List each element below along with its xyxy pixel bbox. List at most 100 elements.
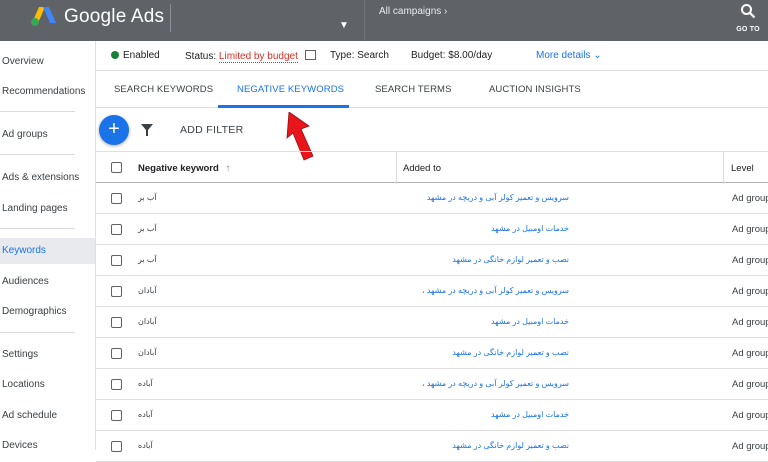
added-to-link[interactable]: خدمات اومبیل در مشهد (429, 317, 569, 326)
enabled-dot-icon (111, 51, 119, 59)
row-checkbox[interactable] (111, 193, 122, 204)
added-to-link[interactable]: سرویس و تعمیر کولر آبی و دریچه در مشهد ، (422, 286, 569, 295)
added-to-link[interactable]: سرویس و تعمیر کولر آبی و دریچه در مشهد (427, 193, 569, 202)
table-row[interactable]: آبادان خدمات اومبیل در مشهد Ad group (96, 307, 768, 338)
row-checkbox[interactable] (111, 286, 122, 297)
limited-by-budget-link[interactable]: Limited by budget (218, 51, 298, 63)
table-row[interactable]: آباده سرویس و تعمیر کولر آبی و دریچه در م… (96, 369, 768, 400)
sort-arrow-up-icon[interactable]: ↑ (225, 163, 230, 174)
side-navigation: Overview Recommendations Ad groups Ads &… (0, 41, 96, 451)
sidebar-item-ad-schedule[interactable]: Ad schedule (0, 403, 95, 429)
negative-keyword-cell: آباده (138, 441, 153, 450)
goto-label: GO TO (736, 26, 760, 33)
table-row[interactable]: آب بر سرویس و تعمیر کولر آبی و دریچه در م… (96, 183, 768, 214)
tab-auction-insights[interactable]: AUCTION INSIGHTS (489, 84, 581, 95)
keyword-tabs: SEARCH KEYWORDS NEGATIVE KEYWORDS SEARCH… (96, 72, 768, 108)
row-checkbox[interactable] (111, 255, 122, 266)
type-label: Type: (330, 50, 355, 61)
level-cell: Ad group (732, 224, 768, 235)
negative-keyword-cell: آب بر (138, 255, 157, 264)
sidebar-item-devices[interactable]: Devices (0, 433, 95, 459)
add-negative-keyword-button[interactable]: + (99, 115, 129, 145)
campaign-status: Status: Limited by budget (185, 50, 316, 63)
enabled-status[interactable]: Enabled (111, 50, 160, 61)
search-icon (741, 4, 756, 19)
negative-keyword-cell: آبادان (138, 317, 157, 326)
more-details-label: More details (536, 50, 591, 61)
campaign-type: Type: Search (330, 50, 389, 61)
negative-keyword-cell: آبادان (138, 286, 157, 295)
row-checkbox[interactable] (111, 441, 122, 452)
column-divider (723, 152, 724, 184)
column-header-level[interactable]: Level (731, 163, 754, 174)
chart-icon[interactable] (304, 50, 316, 60)
sidebar-item-ads-extensions[interactable]: Ads & extensions (0, 165, 95, 191)
table-row[interactable]: آبادان نصب و تعمیر لوازم خانگی در مشهد Ad … (96, 338, 768, 369)
more-details-link[interactable]: More details ⌄ (536, 50, 602, 61)
sidebar-item-keywords[interactable]: Keywords (0, 238, 95, 264)
added-to-link[interactable]: نصب و تعمیر لوازم خانگی در مشهد (429, 348, 569, 357)
row-checkbox[interactable] (111, 317, 122, 328)
sidebar-item-settings[interactable]: Settings (0, 342, 95, 368)
nav-divider (0, 228, 75, 229)
table-row[interactable]: آب بر خدمات اومبیل در مشهد Ad group (96, 214, 768, 245)
added-to-link[interactable]: نصب و تعمیر لوازم خانگی در مشهد (429, 441, 569, 450)
status-label: Status: (185, 51, 217, 62)
nav-divider (0, 154, 75, 155)
goto-button[interactable]: GO TO (736, 3, 760, 33)
breadcrumb-all-campaigns[interactable]: All campaigns (379, 6, 441, 17)
header-divider (170, 4, 171, 32)
added-to-link[interactable]: سرویس و تعمیر کولر آبی و دریچه در مشهد ، (422, 379, 569, 388)
google-ads-logo-icon[interactable] (30, 5, 58, 27)
row-checkbox[interactable] (111, 224, 122, 235)
account-dropdown-icon[interactable]: ▼ (339, 20, 349, 31)
sidebar-item-overview[interactable]: Overview (0, 49, 95, 75)
add-filter-button[interactable]: ADD FILTER (180, 124, 243, 136)
sidebar-item-demographics[interactable]: Demographics (0, 299, 95, 325)
nav-divider (0, 332, 75, 333)
added-to-link[interactable]: خدمات اومبیل در مشهد (429, 224, 569, 233)
type-value: Search (357, 50, 389, 61)
tab-search-keywords[interactable]: SEARCH KEYWORDS (114, 84, 213, 95)
negative-keyword-cell: آباده (138, 379, 153, 388)
negative-keyword-cell: آباده (138, 410, 153, 419)
table-row[interactable]: آب بر نصب و تعمیر لوازم خانگی در مشهد Ad g… (96, 245, 768, 276)
table-row[interactable]: آبادان سرویس و تعمیر کولر آبی و دریچه در … (96, 276, 768, 307)
sidebar-item-landing-pages[interactable]: Landing pages (0, 196, 95, 222)
header-divider-2 (364, 0, 365, 41)
sidebar-item-recommendations[interactable]: Recommendations (0, 79, 95, 105)
column-header-negative-keyword[interactable]: Negative keyword ↑ (138, 163, 230, 174)
negative-keyword-cell: آب بر (138, 193, 157, 202)
column-header-added-to[interactable]: Added to (403, 163, 441, 174)
added-to-link[interactable]: نصب و تعمیر لوازم خانگی در مشهد (429, 255, 569, 264)
select-all-checkbox[interactable] (111, 162, 122, 173)
row-checkbox[interactable] (111, 379, 122, 390)
level-cell: Ad group (732, 317, 768, 328)
top-bar: Google Ads ▼ All campaigns › GO TO (0, 0, 768, 41)
chevron-down-icon: ⌄ (593, 50, 602, 61)
campaign-budget: Budget: $8.00/day (411, 50, 492, 61)
nav-divider (0, 111, 75, 112)
breadcrumb[interactable]: All campaigns › (379, 6, 447, 17)
campaign-status-bar: Enabled Status: Limited by budget Type: … (96, 41, 768, 71)
table-row[interactable]: آباده خدمات اومبیل در مشهد Ad group (96, 400, 768, 431)
tab-search-terms[interactable]: SEARCH TERMS (375, 84, 452, 95)
level-cell: Ad group (732, 193, 768, 204)
level-cell: Ad group (732, 410, 768, 421)
sidebar-item-locations[interactable]: Locations (0, 372, 95, 398)
negative-keyword-header-label: Negative keyword (138, 163, 219, 174)
level-cell: Ad group (732, 255, 768, 266)
tab-negative-keywords[interactable]: NEGATIVE KEYWORDS (237, 84, 344, 95)
sidebar-item-audiences[interactable]: Audiences (0, 269, 95, 295)
negative-keyword-cell: آبادان (138, 348, 157, 357)
level-cell: Ad group (732, 379, 768, 390)
row-checkbox[interactable] (111, 348, 122, 359)
row-checkbox[interactable] (111, 410, 122, 421)
added-to-link[interactable]: خدمات اومبیل در مشهد (429, 410, 569, 419)
filter-icon[interactable] (141, 124, 153, 136)
brand-name[interactable]: Google Ads (64, 6, 164, 28)
budget-value: $8.00/day (448, 50, 493, 61)
active-tab-indicator (218, 105, 349, 108)
table-row[interactable]: آباده نصب و تعمیر لوازم خانگی در مشهد Ad g… (96, 431, 768, 462)
sidebar-item-ad-groups[interactable]: Ad groups (0, 122, 95, 148)
